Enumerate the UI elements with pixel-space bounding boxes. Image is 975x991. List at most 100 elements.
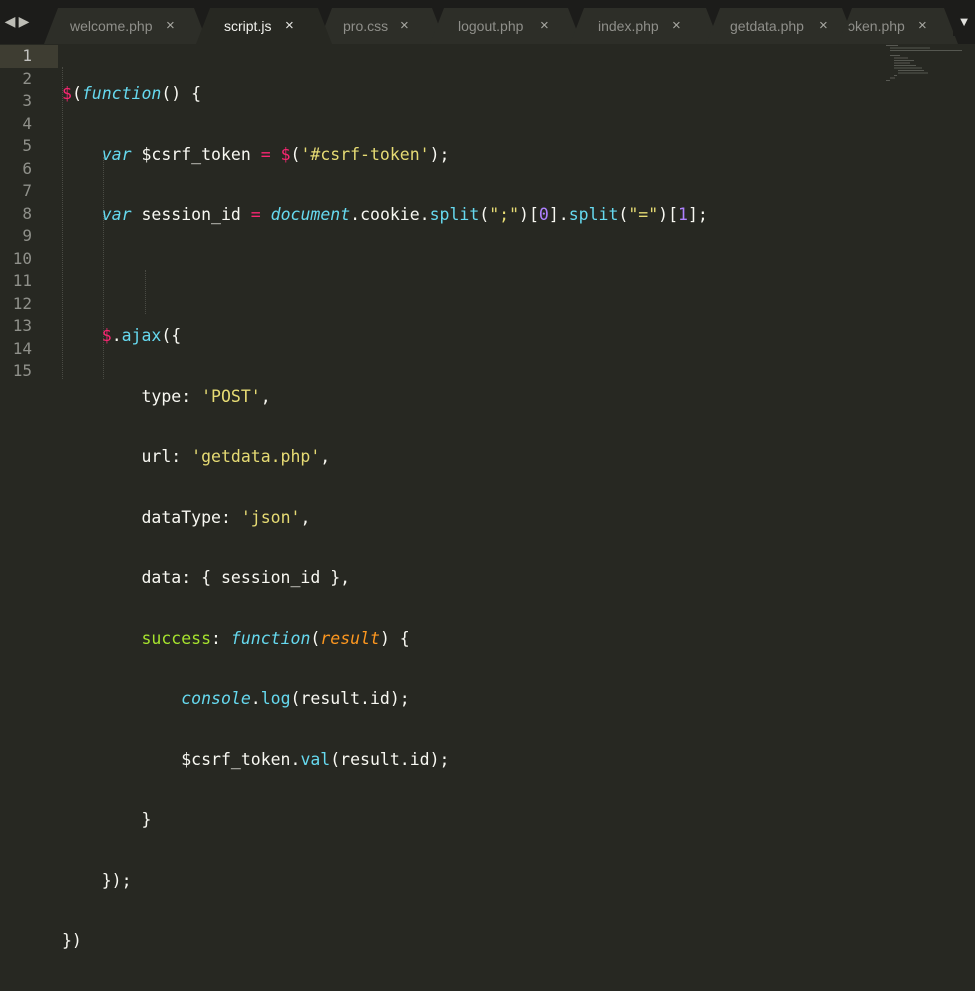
token: =	[260, 144, 271, 164]
token: url:	[141, 447, 192, 466]
tab-label: pro.css	[343, 18, 389, 34]
code-editor[interactable]: 1 2 3 4 5 6 7 8 9 10 11 12 13 14 15 $(function() { var…	[0, 44, 975, 950]
tab-token-php[interactable]: ɔken.php ×	[838, 8, 958, 44]
token: $	[101, 326, 112, 345]
tab-bar: ◀ ▶ welcome.php × pro.css logout.php × ×…	[0, 0, 975, 44]
close-icon[interactable]: ×	[819, 8, 828, 44]
line-number: 13	[12, 316, 32, 335]
code-line: $(function() {	[62, 83, 708, 106]
token: 1	[678, 205, 688, 224]
tab-label: getdata.php	[730, 18, 804, 34]
tab-script-js[interactable]: script.js ×	[196, 8, 332, 44]
close-icon[interactable]: ×	[918, 8, 927, 44]
close-icon[interactable]: ×	[166, 8, 175, 44]
tab-list-dropdown-icon[interactable]: ▼	[953, 8, 975, 36]
code-line: var $csrf_token = $('#csrf-token');	[62, 144, 708, 167]
token: (	[290, 144, 301, 164]
code-line: success: function(result) {	[62, 628, 708, 651]
line-number: 1	[22, 46, 32, 65]
tab-pro-css[interactable]: pro.css	[318, 8, 446, 44]
token: ,	[260, 386, 271, 406]
tab-index-php[interactable]: index.php ×	[570, 8, 720, 44]
line-number: 5	[22, 136, 32, 155]
code-line: dataType: 'json',	[62, 507, 708, 530]
code-line: console.log(result.id);	[62, 688, 708, 711]
token: 0	[538, 205, 549, 224]
code-line: }	[62, 809, 708, 832]
tab-logout-php[interactable]: logout.php ×	[430, 8, 582, 44]
token: ";"	[489, 205, 520, 224]
close-icon[interactable]: ×	[540, 8, 549, 44]
token: );	[429, 144, 450, 164]
code-text[interactable]: $(function() { var $csrf_token = $('#csr…	[62, 45, 708, 991]
line-number: 10	[12, 248, 32, 268]
tab-label: ɔken.php	[848, 18, 905, 34]
code-line: $csrf_token.val(result.id);	[62, 749, 708, 772]
line-number: 2	[22, 68, 32, 88]
token: }	[141, 810, 152, 829]
token: console	[181, 689, 251, 708]
token: (	[310, 628, 321, 648]
token: $	[62, 84, 72, 103]
token: document	[270, 205, 351, 224]
token: $csrf_token.	[181, 749, 301, 769]
line-number: 3	[22, 91, 32, 110]
tab-next-arrow-icon[interactable]: ▶	[16, 9, 32, 33]
minimap[interactable]	[884, 44, 975, 84]
token: ,	[300, 507, 311, 527]
token: $	[280, 144, 291, 164]
code-line: $.ajax({	[62, 325, 708, 348]
token: val	[300, 749, 331, 769]
token: data: { session_id },	[141, 568, 351, 587]
token: () {	[161, 84, 202, 103]
token: session_id	[131, 205, 251, 224]
token: })	[62, 931, 82, 950]
token: .	[111, 326, 122, 345]
token: dataType:	[141, 507, 241, 527]
line-number: 14	[12, 338, 32, 358]
token: function	[81, 84, 162, 103]
token: var	[101, 205, 132, 224]
token: ) {	[379, 628, 410, 648]
token: log	[260, 689, 291, 708]
token: result	[320, 628, 380, 648]
token: var	[101, 144, 132, 164]
line-number: 15	[12, 361, 32, 380]
token: 'POST'	[201, 386, 261, 406]
tab-navigation: ◀ ▶	[0, 9, 40, 33]
tab-pro-css-close[interactable]: ×	[400, 8, 420, 44]
line-number-gutter: 1 2 3 4 5 6 7 8 9 10 11 12 13 14 15	[0, 44, 52, 599]
token: 'getdata.php'	[191, 447, 321, 466]
code-line: })	[62, 930, 708, 953]
token: ];	[687, 205, 708, 224]
line-number: 4	[22, 113, 32, 133]
line-number: 9	[22, 226, 32, 245]
tab-getdata-php[interactable]: getdata.php ×	[706, 8, 856, 44]
close-icon[interactable]: ×	[400, 8, 409, 44]
token: .cookie.	[350, 205, 430, 224]
token: $csrf_token	[131, 144, 261, 164]
token: .	[250, 689, 261, 708]
token: "="	[628, 205, 659, 224]
token: )[	[519, 205, 539, 224]
token: ajax	[121, 326, 162, 345]
token: ].	[548, 205, 569, 224]
close-icon[interactable]: ×	[672, 8, 681, 44]
token: type:	[141, 386, 202, 406]
code-line: });	[62, 870, 708, 893]
token: (result.id);	[330, 749, 450, 769]
token: )[	[658, 205, 679, 224]
close-icon[interactable]: ×	[285, 8, 294, 44]
line-number: 12	[12, 293, 32, 313]
token: split	[429, 205, 480, 224]
token: =	[250, 205, 261, 224]
tab-welcome-php[interactable]: welcome.php ×	[44, 8, 208, 44]
token: 'json'	[240, 507, 301, 527]
line-number: 7	[22, 181, 32, 200]
token: (	[618, 205, 629, 224]
tab-label: welcome.php	[70, 18, 153, 34]
token: '#csrf-token'	[300, 144, 430, 164]
token: (	[479, 205, 490, 224]
token: function	[230, 628, 311, 648]
